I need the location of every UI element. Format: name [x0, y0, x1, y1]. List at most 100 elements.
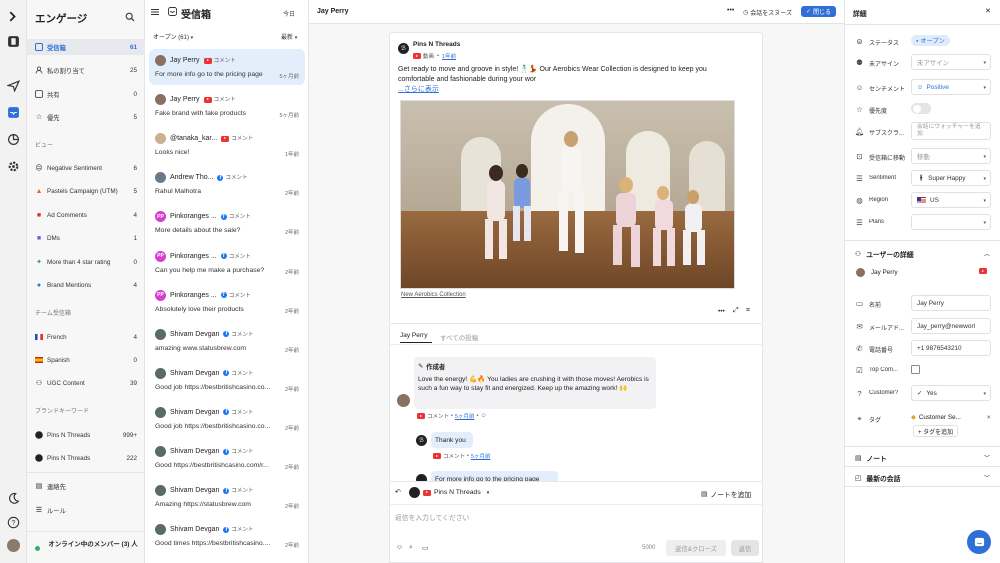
list-item[interactable]: Jay Perry コメント Fake brand with fake produc… [149, 88, 305, 124]
publish-icon[interactable] [7, 35, 20, 48]
reply-input[interactable]: 返信を入力してください [395, 512, 755, 522]
template-icon[interactable]: ▭ [422, 544, 429, 552]
list-item[interactable]: Shivam Devgan f コメント Good job https://bestb… [149, 401, 305, 437]
inbox-icon[interactable] [7, 106, 20, 119]
sidebar-view-ad-comments[interactable]: ■ Ad Comments 4 [27, 207, 145, 223]
video-thumbnail[interactable] [400, 100, 735, 289]
chevron-down-icon[interactable]: ﹀ [984, 473, 990, 482]
list-item[interactable]: PP Pinkoranges ... f コメント More details about… [149, 205, 305, 241]
list-item[interactable]: Shivam Devgan f コメント Good times https://bes… [149, 518, 305, 554]
account-selector[interactable]: Pins N Threads ▾ [423, 489, 489, 496]
phone-input[interactable]: +1 9876543210 [911, 340, 991, 356]
sidebar-view-star-rating[interactable]: ✦ More than 4 star rating 0 [27, 254, 145, 270]
reply-and-close-button[interactable]: 返信&クローズ [666, 540, 726, 556]
sidebar-item-shared[interactable]: 共有 0 [27, 86, 145, 102]
post-time-link[interactable]: 1年前 [442, 52, 456, 60]
close-icon[interactable]: ✕ [985, 7, 991, 15]
clock-icon: ◷ [743, 10, 749, 16]
list-item[interactable]: Jay Perry コメント For more info go to the pri… [149, 49, 305, 85]
region-select[interactable]: US ▾ [911, 192, 991, 208]
more-icon[interactable]: ••• [718, 308, 725, 315]
reply-time-link[interactable]: 5ヶ月前 [471, 452, 491, 460]
email-input[interactable]: Jay_perry@newworl [911, 318, 991, 334]
name-input[interactable]: Jay Perry [911, 295, 991, 311]
tab-all-posts[interactable]: すべての投稿 [440, 332, 478, 342]
analytics-icon[interactable] [7, 133, 20, 146]
facebook-icon: f [223, 487, 230, 494]
sidebar-team-spanish[interactable]: Spanish 0 [27, 352, 145, 368]
list-item[interactable]: Shivam Devgan f コメント Amazing https://status… [149, 479, 305, 515]
comment-time-link[interactable]: 5ヶ月前 [455, 412, 475, 420]
sentiment-select[interactable]: ☺ Positive ▾ [911, 79, 991, 95]
sidebar-rules[interactable]: ☰ ルール [27, 502, 145, 518]
external-link-icon[interactable]: ⤢ [733, 307, 739, 315]
help-icon[interactable]: ? [7, 516, 20, 529]
field-label: 名前 [869, 303, 882, 309]
menu-icon[interactable] [151, 8, 159, 16]
customer-select[interactable]: ✓ Yes ▾ [911, 385, 991, 401]
chevron-down-icon[interactable]: ﹀ [984, 453, 990, 462]
sidebar-item-my-assigned[interactable]: 私の割り当て 25 [27, 62, 145, 78]
sidebar-brand-2[interactable]: Pins N Threads 222 [27, 450, 145, 466]
online-members[interactable]: オンライン中のメンバー (3) 人 [45, 540, 141, 549]
reply-button[interactable]: 返信 [731, 540, 759, 556]
user-avatar[interactable] [7, 539, 20, 552]
sidebar-item-priority[interactable]: ☆ 優先 5 [27, 109, 145, 125]
emoji-react-icon[interactable]: ☺ [480, 413, 486, 419]
sidebar-team-french[interactable]: French 4 [27, 329, 145, 345]
search-icon[interactable]: ⌕ [409, 544, 413, 552]
sidebar-team-ugc[interactable]: ⚇ UGC Content 39 [27, 375, 145, 391]
tab-author[interactable]: Jay Perry [400, 332, 427, 339]
inbox-icon: ⊡ [856, 152, 863, 161]
sidebar-brand-1[interactable]: Pins N Threads 999+ [27, 427, 145, 443]
more-icon[interactable]: ••• [727, 7, 734, 14]
theme-moon-icon[interactable] [7, 492, 20, 505]
today-button[interactable]: 今日 [283, 9, 295, 18]
move-select[interactable]: 移動 ▾ [911, 148, 991, 164]
sidebar-item-inbox[interactable]: 受信箱 61 [27, 39, 145, 55]
channel-tag-label: コメント [231, 136, 254, 143]
sidebar-view-pastels[interactable]: ▲ Pastels Campaign (UTM) 5 [27, 183, 145, 199]
tag-icon[interactable]: ⌗ [746, 307, 750, 315]
subscribers-input[interactable]: 会話にウォッチャーを追加 [911, 122, 991, 140]
list-item[interactable]: PP Pinkoranges ... f コメント Can you help me ma… [149, 245, 305, 281]
list-item[interactable]: Shivam Devgan f コメント Good job https://bestb… [149, 362, 305, 398]
contact-name: Shivam Devgan f コメント [170, 369, 253, 377]
add-tag-button[interactable]: + タグを追加 [913, 425, 959, 437]
list-item[interactable]: @tanaka_kar... コメント Looks nice! 1年前 [149, 127, 305, 163]
settings-icon[interactable] [7, 160, 20, 173]
status-badge[interactable]: ● オープン [911, 35, 950, 46]
recent-conversations-header[interactable]: ◰ 最新の会話 [855, 473, 900, 483]
list-item[interactable]: Andrew Tho... f コメント Rahul Malhotra 2年前 [149, 166, 305, 202]
chevron-up-icon[interactable]: ︿ [984, 249, 990, 258]
group-icon: ⚇ [35, 380, 43, 387]
snooze-button[interactable]: ◷ 会話をスヌーズ [743, 8, 792, 17]
list-item[interactable]: Shivam Devgan f コメント Good https://bestbriti… [149, 440, 305, 476]
plans-select[interactable]: ▾ [911, 214, 991, 230]
logo-icon [7, 10, 20, 23]
video-caption[interactable]: New Aerobics Collection [401, 292, 466, 298]
top-commenter-checkbox[interactable] [911, 365, 920, 374]
sort-dropdown[interactable]: 最新 ▾ [281, 32, 297, 41]
user-details-header[interactable]: ⚇ ユーザーの詳細 [855, 249, 914, 259]
sidebar-view-brand-mentions[interactable]: ● Brand Mentions 4 [27, 277, 145, 293]
notes-header[interactable]: ▤ ノート [855, 453, 887, 463]
sidebar-view-dms[interactable]: ■ DMs 1 [27, 230, 145, 246]
close-conversation-button[interactable]: ✓ 閉じる [801, 6, 836, 17]
status-filter[interactable]: オープン (61) ▾ [153, 32, 193, 41]
emoji-icon[interactable]: ☺ [396, 544, 403, 551]
search-icon[interactable] [125, 12, 135, 22]
show-more-link[interactable]: ...さらに表示 [398, 84, 439, 94]
sidebar-view-negative[interactable]: ☹ Negative Sentiment 6 [27, 160, 145, 176]
list-item[interactable]: Shivam Devgan f コメント amazing www.statusbrew… [149, 323, 305, 359]
tag-chip[interactable]: ◆ Customer Se... ✕ [911, 412, 991, 423]
add-note-button[interactable]: ▤ ノートを追加 [701, 489, 751, 499]
sidebar-contacts[interactable]: ▤ 連絡先 [27, 478, 145, 494]
send-icon[interactable] [7, 79, 20, 92]
remove-tag-icon[interactable]: ✕ [986, 415, 991, 421]
chat-support-button[interactable] [967, 530, 991, 554]
custom-sentiment-select[interactable]: 🕴︎ Super Happy ▾ [911, 170, 991, 186]
list-item[interactable]: PP Pinkoranges ... f コメント Absolutely love th… [149, 284, 305, 320]
assignee-select[interactable]: 未アサイン ▾ [911, 54, 991, 70]
priority-toggle[interactable] [911, 103, 931, 114]
